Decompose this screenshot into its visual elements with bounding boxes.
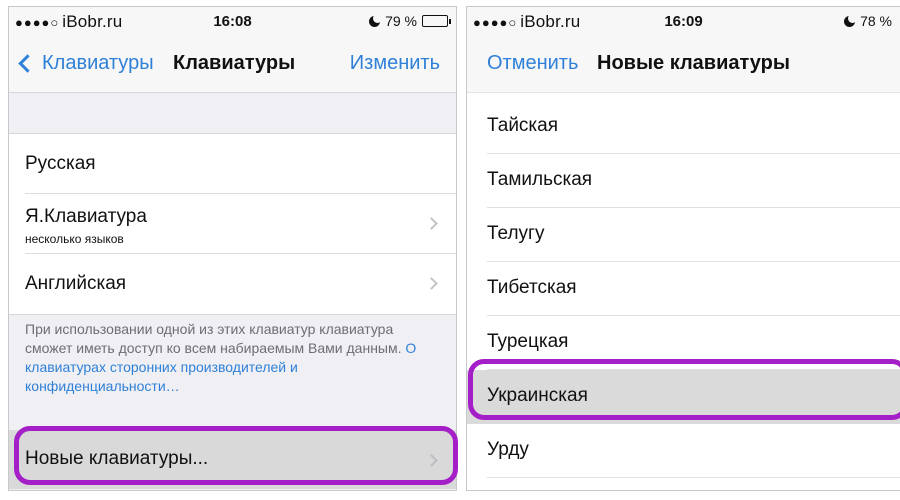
language-item-telugu[interactable]: Телугу — [467, 208, 900, 262]
chevron-right-icon — [425, 217, 438, 230]
battery-icon — [422, 15, 451, 27]
cancel-button[interactable]: Отменить — [487, 52, 578, 75]
privacy-footnote: При использовании одной из этих клавиату… — [25, 320, 438, 396]
language-item-thai[interactable]: Тайская — [467, 100, 900, 154]
page-title: Новые клавиатуры — [597, 52, 790, 74]
edit-button[interactable]: Изменить — [350, 52, 440, 75]
keyboard-item-sublabel: несколько языков — [25, 232, 124, 246]
status-bar: ●●●●○ iBobr.ru 16:09 78 % — [467, 7, 900, 37]
battery-percent: 79 % — [385, 13, 417, 29]
back-button[interactable]: Клавиатуры — [17, 52, 154, 75]
language-item-label: Телугу — [487, 223, 545, 244]
language-item-label: Тамильская — [487, 169, 593, 190]
divider — [487, 477, 900, 478]
keyboard-item-english[interactable]: Английская — [9, 254, 456, 314]
keyboard-item-label: Английская — [25, 273, 127, 294]
page-title: Клавиатуры — [173, 52, 296, 74]
keyboard-item-label: Русская — [25, 153, 96, 174]
chevron-right-icon — [425, 277, 438, 290]
language-item-label: Тайская — [487, 115, 559, 136]
do-not-disturb-icon — [844, 13, 858, 27]
do-not-disturb-icon — [369, 13, 383, 27]
keyboard-item-yandex[interactable]: Я.Клавиатура несколько языков — [9, 194, 456, 254]
status-indicators: 79 % — [369, 13, 451, 29]
language-item-tamil[interactable]: Тамильская — [467, 154, 900, 208]
navigation-bar: Отменить Новые клавиатуры — [467, 37, 900, 93]
highlight-frame — [14, 426, 458, 485]
footnote-text: При использовании одной из этих клавиату… — [25, 321, 406, 356]
chevron-left-icon — [18, 54, 37, 73]
language-item-urdu[interactable]: Урду — [467, 424, 900, 478]
language-item-label: Турецкая — [487, 331, 569, 352]
language-item-tibetan[interactable]: Тибетская — [467, 262, 900, 316]
keyboards-settings-screen: ●●●●○ iBobr.ru 16:08 79 % Клавиатуры Клав… — [8, 6, 457, 491]
navigation-bar: Клавиатуры Клавиатуры Изменить — [9, 37, 456, 93]
language-item-label: Тибетская — [487, 277, 577, 298]
language-item-label: Урду — [487, 439, 529, 460]
keyboard-item-russian[interactable]: Русская — [9, 134, 456, 194]
back-button-label: Клавиатуры — [42, 52, 154, 74]
status-bar: ●●●●○ iBobr.ru 16:08 79 % — [9, 7, 456, 37]
status-time: 16:09 — [664, 13, 703, 30]
keyboard-item-label: Я.Клавиатура — [25, 206, 147, 227]
language-list: Тайская Тамильская Телугу Тибетская Туре… — [467, 100, 900, 478]
battery-percent: 78 % — [860, 13, 892, 29]
status-indicators: 78 % — [844, 13, 892, 29]
highlight-frame — [468, 359, 900, 420]
keyboard-list: Русская Я.Клавиатура несколько языков Ан… — [9, 133, 456, 315]
